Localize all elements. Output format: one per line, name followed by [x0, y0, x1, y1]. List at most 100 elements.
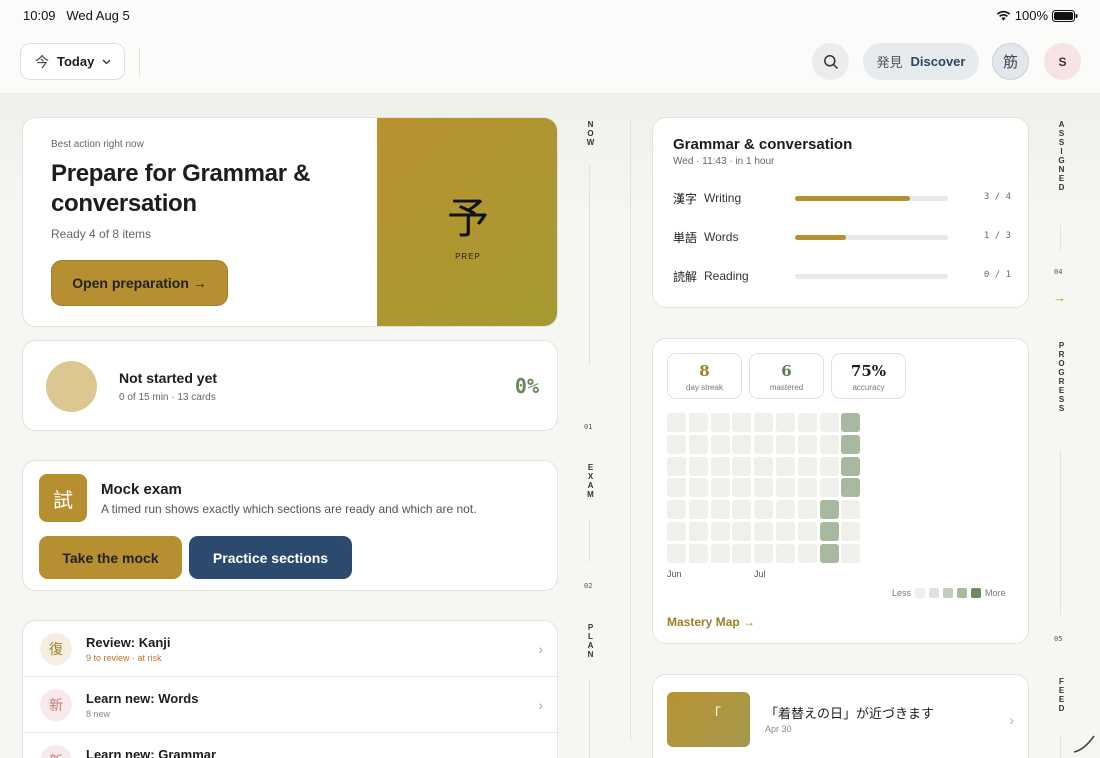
heatmap-cell: [819, 456, 839, 476]
heatmap-cell: [688, 456, 708, 476]
heatmap-cell: [710, 478, 730, 498]
heatmap-cell: [819, 522, 839, 541]
skill-label: Writing: [704, 191, 742, 205]
skill-progress-bar: [795, 235, 948, 240]
stat-label: mastered: [769, 383, 804, 392]
heatmap-cell: [819, 434, 839, 454]
lesson-skill-row: 読解 Reading 0 / 1: [673, 268, 1013, 286]
best-action-eyebrow: Best action right now: [51, 139, 144, 150]
prep-label: PREP: [455, 252, 481, 261]
heatmap-month-label: Jun: [667, 569, 682, 579]
heatmap-cell: [732, 478, 752, 498]
heatmap-cell: [754, 413, 774, 432]
heatmap-cell: [797, 543, 817, 563]
review-icon: 復: [40, 633, 72, 665]
heatmap-cell: [819, 413, 839, 432]
heatmap-cell: [754, 456, 774, 476]
discover-kanji: 発見: [876, 56, 903, 71]
battery-icon: [1052, 9, 1078, 22]
lesson-skill-row: 単語 Words 1 / 3: [673, 229, 1013, 247]
heatmap-cell: [710, 434, 730, 454]
open-preparation-button[interactable]: Open preparation →: [51, 260, 228, 306]
heatmap-cell: [841, 456, 861, 476]
battery-percent: 100%: [1014, 8, 1048, 23]
session-status-card[interactable]: Not started yet 0 of 15 min · 13 cards 0…: [22, 340, 558, 431]
kanji-mode-button[interactable]: 筋: [992, 43, 1029, 80]
discover-button[interactable]: 発見 Discover: [863, 43, 979, 80]
legend-swatch: [929, 588, 940, 598]
plan-item-title: Learn new: Grammar: [86, 747, 217, 758]
heatmap-cell: [776, 522, 795, 541]
heatmap-cell: [688, 500, 708, 520]
heatmap-cell: [732, 543, 752, 563]
plan-item-title: Learn new: Words: [86, 691, 199, 706]
skill-kanji: 漢字: [673, 192, 698, 206]
heatmap-cell: [797, 478, 817, 498]
heatmap-cell: [797, 456, 817, 476]
rail-line: [1060, 225, 1061, 250]
heatmap-cell: [667, 522, 686, 541]
status-time: 10:09 Wed Aug 5: [23, 8, 130, 23]
lesson-skill-row: 漢字 Writing 3 / 4: [673, 190, 1013, 208]
practice-sections-button[interactable]: Practice sections: [189, 536, 352, 579]
mock-exam-icon: 試: [39, 474, 87, 522]
today-label: Today: [57, 54, 95, 69]
mastery-map-link[interactable]: Mastery Map →: [667, 615, 755, 629]
heatmap-cell: [841, 478, 861, 498]
heatmap-cell: [754, 500, 774, 520]
list-item[interactable]: 復 Review: Kanji 9 to review · at risk ›: [23, 621, 557, 677]
feed-title: 「着替えの日」が近づきます: [765, 707, 935, 722]
discover-label: Discover: [910, 54, 966, 69]
heatmap-cell: [797, 413, 817, 432]
search-button[interactable]: [812, 43, 849, 80]
rail-text: ASSIGNED: [1057, 120, 1066, 192]
feed-thumbnail: 「: [667, 692, 750, 747]
list-item[interactable]: 新 Learn new: Words 8 new ›: [23, 677, 557, 733]
heatmap-cell: [776, 413, 795, 432]
heatmap-cell: [776, 434, 795, 454]
rail-text: FEED: [1057, 677, 1066, 713]
heatmap-cell: [776, 478, 795, 498]
rail-label-now: NOW: [584, 120, 596, 147]
skill-label: Words: [704, 230, 739, 244]
rail-line: [589, 165, 590, 365]
rail-number: 02: [584, 582, 593, 590]
status-bar: 10:09 Wed Aug 5 100%: [0, 0, 1100, 30]
wifi-icon: [996, 10, 1010, 21]
stat-label: accuracy: [852, 383, 885, 392]
mock-exam-card: 試 Mock exam A timed run shows exactly wh…: [22, 460, 558, 591]
mock-exam-title: Mock exam: [101, 481, 182, 498]
skill-count: 1 / 3: [983, 231, 1011, 241]
heatmap-cell: [776, 456, 795, 476]
avatar[interactable]: S: [1044, 43, 1081, 80]
arrow-right-icon[interactable]: →: [1053, 290, 1066, 305]
legend-swatch: [971, 588, 982, 598]
feed-card[interactable]: 「 「着替えの日」が近づきます Apr 30 ›: [652, 674, 1029, 758]
heatmap-cell: [667, 413, 686, 432]
status-right: 100%: [996, 8, 1078, 23]
rail-label-feed: FEED: [1055, 677, 1067, 713]
chevron-right-icon: ›: [538, 697, 543, 713]
rail-text: NOW: [586, 120, 595, 147]
plan-item-subtitle: 8 new: [86, 709, 111, 719]
heatmap-cell: [797, 500, 817, 520]
heatmap-cell: [841, 500, 861, 520]
heatmap-cell: [819, 543, 839, 563]
take-mock-button[interactable]: Take the mock: [39, 536, 182, 579]
list-item[interactable]: 新 Learn new: Grammar: [23, 733, 557, 758]
assigned-lesson-card[interactable]: Grammar & conversation Wed · 11:43 · in …: [652, 117, 1029, 308]
heatmap-cell: [819, 500, 839, 520]
today-dropdown[interactable]: 今 Today: [20, 43, 125, 80]
heatmap-month-label: Jul: [754, 569, 766, 579]
stat-value: 6: [781, 362, 792, 380]
legend-more: More: [985, 588, 1006, 598]
rail-number: 05: [1054, 635, 1063, 643]
heatmap-cell: [710, 543, 730, 563]
chevron-right-icon: ›: [1009, 712, 1014, 728]
heatmap-cell: [710, 522, 730, 541]
heatmap-cell: [754, 543, 774, 563]
heatmap-cell: [688, 522, 708, 541]
rail-label-plan: PLAN: [584, 623, 596, 659]
plan-item-subtitle: 9 to review · at risk: [86, 653, 162, 663]
rail-text: EXAM: [586, 463, 595, 499]
